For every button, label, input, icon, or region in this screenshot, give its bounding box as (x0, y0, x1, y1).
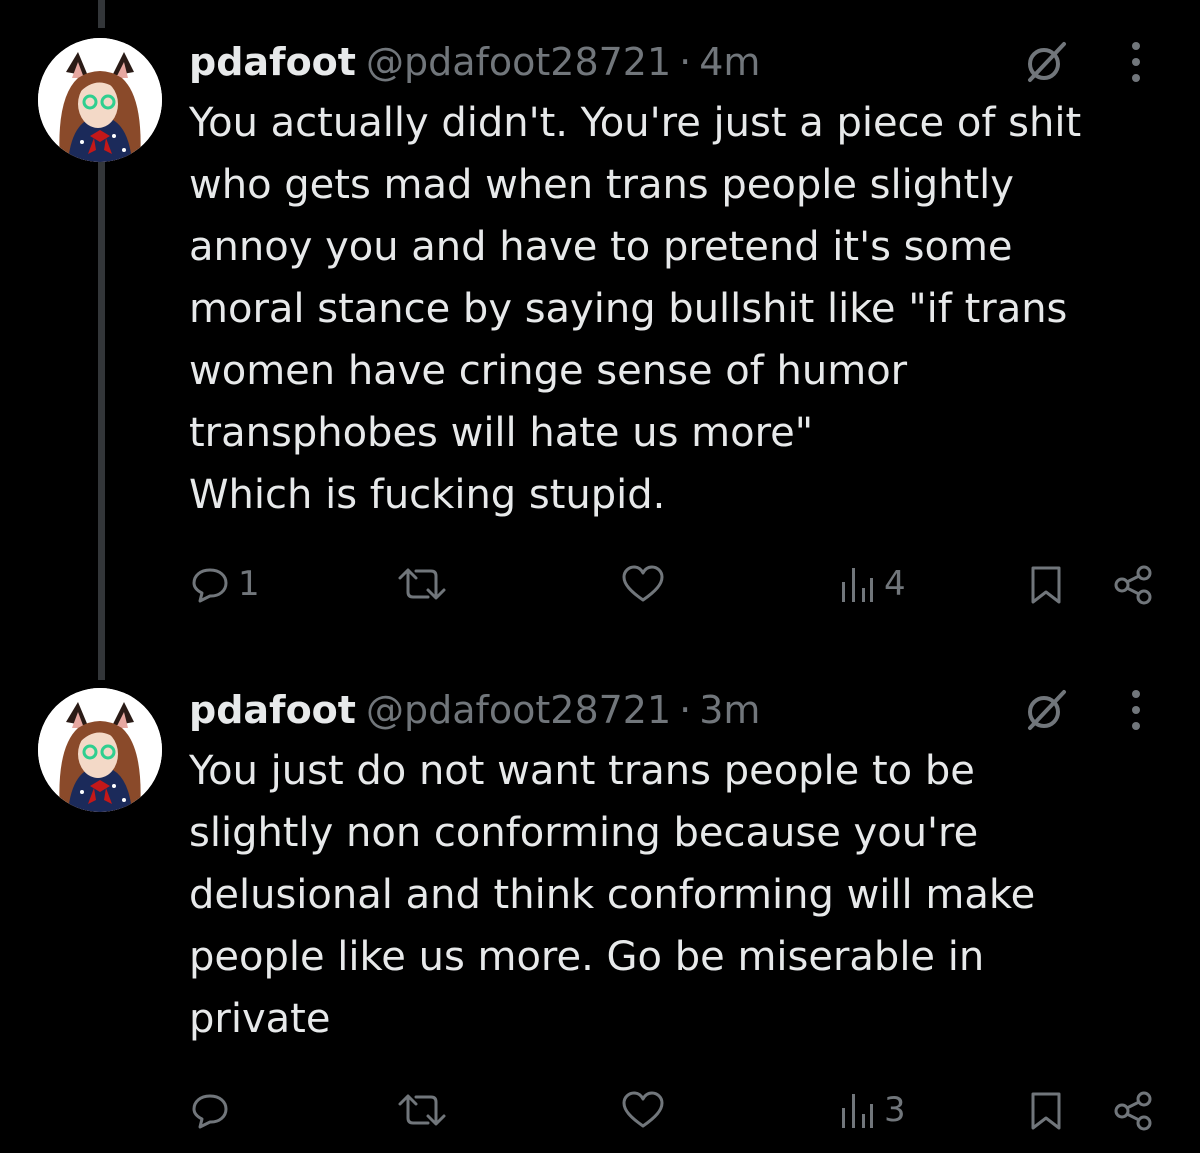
reply-button[interactable] (190, 1090, 238, 1130)
reply-count: 1 (238, 564, 260, 604)
repost-icon (398, 568, 446, 600)
tweet-header: pdafoot @pdafoot28721 · 4m (189, 36, 760, 88)
repost-button[interactable] (394, 1090, 450, 1130)
bookmark-icon (1031, 566, 1061, 604)
share-icon (1114, 1091, 1152, 1131)
tweet-header: pdafoot @pdafoot28721 · 3m (189, 684, 760, 736)
tweet-text: You actually didn't. You're just a piece… (189, 100, 1082, 518)
bookmark-icon (1031, 1092, 1061, 1130)
user-handle[interactable]: @pdafoot28721 (366, 684, 671, 736)
display-name[interactable]: pdafoot (189, 36, 356, 88)
avatar[interactable] (38, 688, 162, 812)
bar-chart-icon (842, 1094, 873, 1128)
share-icon (1114, 565, 1152, 605)
avatar[interactable] (38, 38, 162, 162)
more-options-icon[interactable] (1126, 38, 1146, 86)
timestamp[interactable]: 3m (699, 684, 760, 736)
views-count: 4 (884, 564, 906, 604)
display-name[interactable]: pdafoot (189, 684, 356, 736)
tweet[interactable]: pdafoot @pdafoot28721 · 4m You actually … (0, 0, 1200, 660)
like-button[interactable] (620, 564, 666, 604)
views-count: 3 (884, 1090, 906, 1130)
user-handle[interactable]: @pdafoot28721 (366, 36, 671, 88)
repost-icon (398, 1094, 446, 1126)
timestamp[interactable]: 4m (699, 36, 760, 88)
comment-icon (192, 1094, 228, 1129)
separator-dot: · (679, 688, 692, 732)
bookmark-button[interactable] (1028, 564, 1064, 606)
views-button[interactable]: 4 (838, 564, 906, 604)
tweet-text: You just do not want trans people to be … (189, 748, 1036, 1042)
grok-icon[interactable] (1022, 38, 1070, 86)
separator-dot: · (679, 40, 692, 84)
comment-icon (192, 568, 228, 603)
repost-button[interactable] (394, 564, 450, 604)
share-button[interactable] (1112, 564, 1156, 606)
bar-chart-icon (842, 568, 873, 602)
tweet[interactable]: pdafoot @pdafoot28721 · 3m You just do n… (0, 660, 1200, 1153)
share-button[interactable] (1112, 1090, 1156, 1132)
heart-icon (622, 1091, 664, 1128)
more-options-icon[interactable] (1126, 686, 1146, 734)
avatar-image (38, 688, 162, 812)
like-button[interactable] (620, 1090, 666, 1130)
heart-icon (622, 565, 664, 602)
views-button[interactable]: 3 (838, 1090, 906, 1130)
grok-icon[interactable] (1022, 686, 1070, 734)
bookmark-button[interactable] (1028, 1090, 1064, 1132)
reply-button[interactable]: 1 (190, 564, 260, 604)
avatar-image (38, 38, 162, 162)
